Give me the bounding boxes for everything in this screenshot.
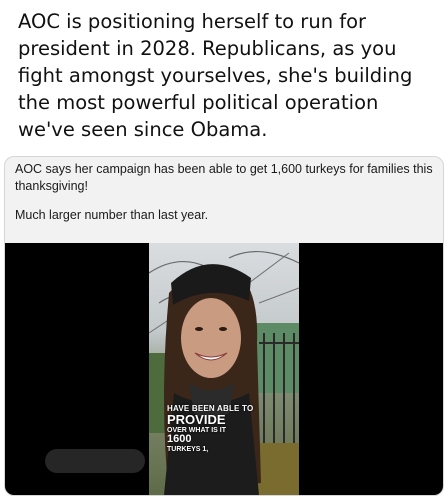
video-player[interactable]: HAVE BEEN ABLE TO PROVIDE OVER WHAT IS I… (5, 243, 443, 495)
post-headline: AOC is positioning herself to run for pr… (18, 10, 413, 141)
video-caption: HAVE BEEN ABLE TO PROVIDE OVER WHAT IS I… (167, 404, 287, 453)
caption-line: 1600 (167, 433, 192, 446)
video-controls-overlay[interactable] (45, 449, 145, 473)
tweet-paragraph: AOC says her campaign has been able to g… (15, 162, 433, 193)
video-frame: HAVE BEEN ABLE TO PROVIDE OVER WHAT IS I… (149, 243, 299, 495)
caption-line: PROVIDE (167, 412, 226, 428)
tweet-paragraph: Much larger number than last year. (15, 208, 209, 222)
tweet-body: AOC says her campaign has been able to g… (15, 161, 435, 236)
embedded-tweet[interactable]: AOC says her campaign has been able to g… (4, 156, 444, 496)
caption-line: TURKEYS 1, (167, 445, 209, 453)
video-scene-illustration (149, 250, 299, 495)
